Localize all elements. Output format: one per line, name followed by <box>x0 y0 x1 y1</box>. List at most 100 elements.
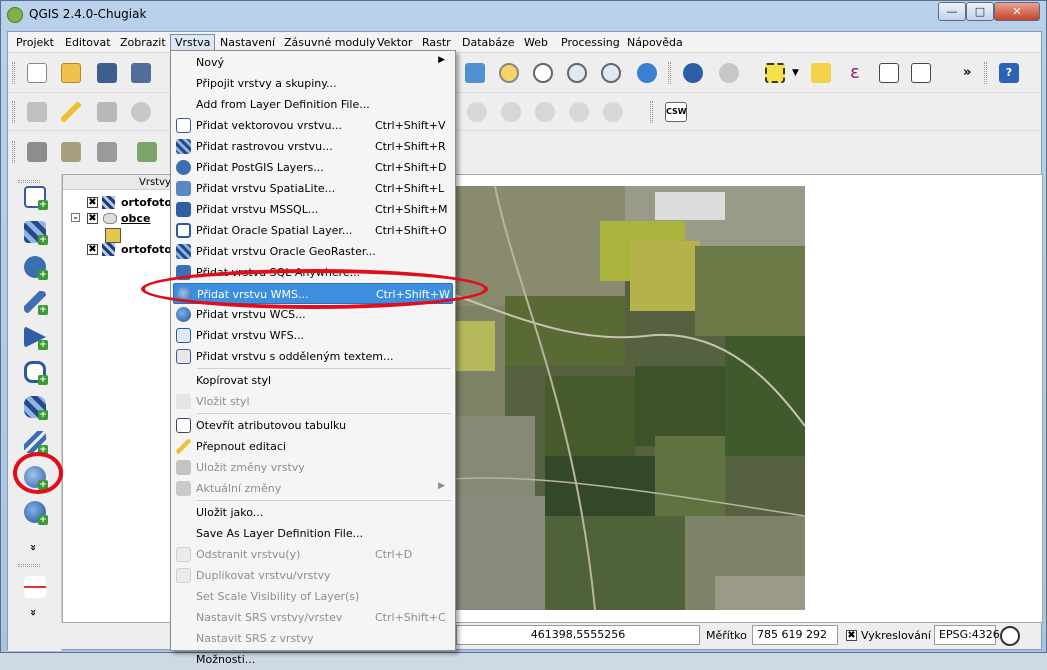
chevron-down-icon[interactable]: ▼ <box>792 68 799 78</box>
field-calculator-button[interactable] <box>908 60 934 86</box>
collapse-icon[interactable]: – <box>71 213 80 222</box>
menu-web[interactable]: Web <box>520 34 552 51</box>
rotate-label-button[interactable] <box>566 99 592 125</box>
add-postgis-layer-button[interactable]: + <box>20 252 50 282</box>
menu-item-entry-22[interactable]: Save As Layer Definition File... <box>173 523 453 544</box>
menu-item-entry-2[interactable]: Add from Layer Definition File... <box>173 94 453 115</box>
menu-zasuvne-moduly[interactable]: Zásuvné moduly <box>280 34 380 51</box>
menu-item-entry-25[interactable]: Set Scale Visibility of Layer(s) <box>173 586 453 607</box>
menu-vrstva[interactable]: Vrstva <box>170 34 216 51</box>
menu-item-entry-26[interactable]: Nastavit SRS vrstvy/vrstev Ctrl+Shift+C <box>173 607 453 628</box>
current-edits-button[interactable] <box>24 99 50 125</box>
expression-select-button[interactable]: ε <box>842 60 868 86</box>
zoom-full-button[interactable] <box>462 60 488 86</box>
toolbar-grip[interactable] <box>668 62 671 84</box>
raster-info-button[interactable] <box>24 139 50 165</box>
zoom-selection-button[interactable] <box>496 60 522 86</box>
menu-item-entry-27[interactable]: Nastavit SRS z vrstvy <box>173 628 453 649</box>
change-label-button[interactable] <box>600 99 626 125</box>
menu-item-entry-21[interactable]: Uložit jako... <box>173 502 453 523</box>
menu-item-entry-28[interactable]: Možnosti... <box>173 649 453 670</box>
menu-item-oracle[interactable]: Přidat Oracle Spatial Layer... Ctrl+Shift… <box>173 220 453 241</box>
save-project-button[interactable] <box>94 60 120 86</box>
open-project-button[interactable] <box>58 60 84 86</box>
menu-item-postgis[interactable]: Přidat PostGIS Layers... Ctrl+Shift+D <box>173 157 453 178</box>
menu-item-current-edits[interactable]: Aktuální změny ▶ <box>173 478 453 499</box>
label-tool-button[interactable] <box>464 99 490 125</box>
add-georaster-layer-button[interactable]: + <box>20 392 50 422</box>
csw-button[interactable]: CSW <box>662 99 690 125</box>
help-button[interactable]: ? <box>996 60 1022 86</box>
select-by-location-button[interactable] <box>716 60 742 86</box>
new-project-button[interactable] <box>24 60 50 86</box>
zoom-layer-button[interactable] <box>530 60 556 86</box>
toolbar-overflow-chevron[interactable]: » <box>963 65 971 80</box>
toolbar-grip[interactable] <box>18 564 40 567</box>
menu-item-raster-layer[interactable]: Přidat rastrovou vrstvu... Ctrl+Shift+R <box>173 136 453 157</box>
menu-item-spatialite[interactable]: Přidat vrstvu SpatiaLite... Ctrl+Shift+L <box>173 178 453 199</box>
toolbar-grip[interactable] <box>984 62 987 84</box>
add-feature-button[interactable] <box>128 99 154 125</box>
menu-item-georaster[interactable]: Přidat vrstvu Oracle GeoRaster... <box>173 241 453 262</box>
layer-visibility-checkbox[interactable]: ✖ <box>87 244 98 255</box>
menu-item-vector-layer[interactable]: Přidat vektorovou vrstvu... Ctrl+Shift+V <box>173 115 453 136</box>
add-wcs-layer-button[interactable]: + <box>20 497 50 527</box>
attribute-table-button[interactable] <box>876 60 902 86</box>
add-gps-button[interactable] <box>20 572 50 602</box>
toolbar-grip[interactable] <box>12 101 15 123</box>
toolbar-grip[interactable] <box>12 141 15 163</box>
minimize-button[interactable]: — <box>938 2 966 21</box>
zoom-next-button[interactable] <box>598 60 624 86</box>
save-as-button[interactable] <box>128 60 154 86</box>
coordinate-display[interactable]: 461398,5555256 <box>456 625 700 645</box>
toolbar-grip[interactable] <box>650 101 653 123</box>
toolbar-more-chevron-2[interactable]: » <box>27 609 40 616</box>
toolbar-grip[interactable] <box>12 62 15 84</box>
menu-item-remove-layer[interactable]: Odstranit vrstvu(y) Ctrl+D <box>173 544 453 565</box>
close-button[interactable]: ✕ <box>994 2 1040 21</box>
menu-item-attribute-table[interactable]: Otevřít atributovou tabulku <box>173 415 453 436</box>
menu-item-entry-1[interactable]: Připojit vrstvy a skupiny... <box>173 73 453 94</box>
maximize-button[interactable]: □ <box>966 2 994 21</box>
add-vector-layer-button[interactable]: + <box>20 182 50 212</box>
menu-databaze[interactable]: Databáze <box>458 34 519 51</box>
menu-napoveda[interactable]: Nápověda <box>623 34 687 51</box>
menu-item-wfs[interactable]: Přidat vrstvu WFS... <box>173 325 453 346</box>
layer-visibility-checkbox[interactable]: ✖ <box>87 213 98 224</box>
menu-nastaveni[interactable]: Nastavení <box>216 34 279 51</box>
show-hide-labels-button[interactable] <box>498 99 524 125</box>
deselect-button[interactable] <box>808 60 834 86</box>
menu-item-delimited-text[interactable]: Přidat vrstvu s odděleným textem... <box>173 346 453 367</box>
crs-status-button[interactable]: EPSG:4326 <box>934 625 1000 645</box>
menu-processing[interactable]: Processing <box>557 34 624 51</box>
menu-editovat[interactable]: Editovat <box>61 34 115 51</box>
menu-item-entry-15[interactable]: Kopírovat styl <box>173 370 453 391</box>
identify-button[interactable] <box>680 60 706 86</box>
select-features-button[interactable] <box>762 60 788 86</box>
add-raster-layer-button[interactable]: + <box>20 217 50 247</box>
menu-vektor[interactable]: Vektor <box>373 34 416 51</box>
move-label-button[interactable] <box>532 99 558 125</box>
raster-calculator-button[interactable] <box>134 139 160 165</box>
save-edits-button[interactable] <box>94 99 120 125</box>
refresh-button[interactable] <box>634 60 660 86</box>
log-messages-icon[interactable] <box>1000 626 1020 646</box>
toolbar-more-chevron[interactable]: » <box>27 544 40 551</box>
menu-item-paste-style[interactable]: Vložit styl <box>173 391 453 412</box>
menu-rastr[interactable]: Rastr <box>418 34 455 51</box>
menu-zobrazit[interactable]: Zobrazit <box>116 34 170 51</box>
menu-projekt[interactable]: Projekt <box>12 34 58 51</box>
symbol-swatch[interactable] <box>105 228 121 243</box>
menu-item-entry-0[interactable]: Nový ▶ <box>173 52 453 73</box>
menu-item-duplicate-layer[interactable]: Duplikovat vrstvu/vrstvy <box>173 565 453 586</box>
menu-item-save-edits[interactable]: Uložit změny vrstvy <box>173 457 453 478</box>
toggle-editing-button[interactable] <box>58 99 84 125</box>
menu-item-mssql[interactable]: Přidat vrstvu MSSQL... Ctrl+Shift+M <box>173 199 453 220</box>
zoom-last-button[interactable] <box>564 60 590 86</box>
raster-stretch-button[interactable] <box>58 139 84 165</box>
scale-combobox[interactable]: 785 619 292 <box>752 625 838 645</box>
layer-visibility-checkbox[interactable]: ✖ <box>87 197 98 208</box>
add-mssql-layer-button[interactable]: + <box>20 322 50 352</box>
add-oracle-layer-button[interactable]: + <box>20 357 50 387</box>
render-checkbox[interactable]: ✖ <box>846 630 857 641</box>
